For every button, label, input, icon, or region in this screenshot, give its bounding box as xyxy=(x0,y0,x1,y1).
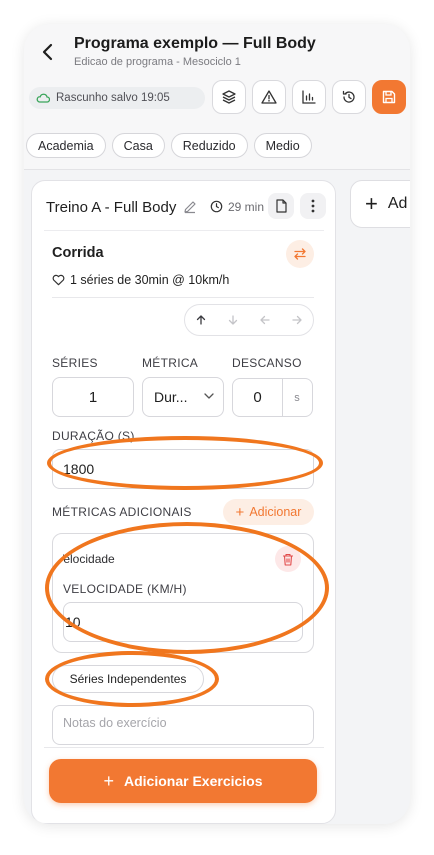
exercise-summary-text: 1 séries de 30min @ 10km/h xyxy=(70,273,230,287)
save-button[interactable] xyxy=(372,80,406,114)
delete-metric-button[interactable] xyxy=(275,546,301,572)
extra-metrics-label: MÉTRICAS ADICIONAIS xyxy=(52,505,192,519)
workout-title: Treino A - Full Body xyxy=(46,199,177,216)
move-right-button[interactable] xyxy=(281,305,313,335)
stats-button[interactable] xyxy=(292,80,326,114)
move-left-button[interactable] xyxy=(249,305,281,335)
add-workout-label: Ad xyxy=(387,195,408,212)
arrow-left-icon xyxy=(260,315,270,325)
pencil-icon[interactable] xyxy=(182,199,198,215)
clock-icon xyxy=(210,200,223,213)
arrow-down-icon xyxy=(228,315,238,325)
cloud-icon xyxy=(36,93,50,103)
independent-series-button[interactable]: Séries Independentes xyxy=(52,665,204,693)
metric-card: Velocidade VELOCIDADE (KM/H) 10 xyxy=(52,533,314,653)
series-input[interactable]: 1 xyxy=(52,377,134,417)
header: Programa exemplo — Full Body Edicao de p… xyxy=(24,24,410,170)
trash-icon xyxy=(283,553,293,566)
arrow-up-icon xyxy=(196,315,206,325)
series-label: SÉRIES xyxy=(52,356,98,370)
plus-icon: + xyxy=(365,191,378,216)
more-options-button[interactable] xyxy=(300,193,326,219)
chip-casa[interactable]: Casa xyxy=(111,133,165,158)
add-exercises-label: Adicionar Exercicios xyxy=(124,773,263,789)
page-title: Programa exemplo — Full Body xyxy=(74,35,316,52)
arrow-right-icon xyxy=(292,315,302,325)
app-screen: Programa exemplo — Full Body Edicao de p… xyxy=(24,24,410,824)
add-exercises-button[interactable]: + Adicionar Exercicios xyxy=(49,759,317,803)
rest-input[interactable]: 0 xyxy=(232,378,283,417)
warning-icon xyxy=(261,90,277,104)
warnings-button[interactable] xyxy=(252,80,286,114)
heart-icon xyxy=(52,274,65,286)
metric-card-label: VELOCIDADE (KM/H) xyxy=(63,582,187,596)
move-up-button[interactable] xyxy=(185,305,217,335)
duration-input[interactable]: 1800 xyxy=(52,449,314,489)
layers-icon xyxy=(222,90,236,104)
plus-icon: + xyxy=(235,503,245,521)
add-workout-card[interactable]: + Ad xyxy=(350,180,410,228)
reorder-controls xyxy=(184,304,314,336)
metric-select-value: Dur... xyxy=(154,389,188,405)
swap-icon xyxy=(294,248,306,260)
page-subtitle: Edicao de programa - Mesociclo 1 xyxy=(74,56,241,68)
chip-academia[interactable]: Academia xyxy=(26,133,106,158)
rest-unit: s xyxy=(282,378,313,417)
exercise-name: Corrida xyxy=(52,245,104,261)
move-down-button[interactable] xyxy=(217,305,249,335)
equipment-filters: Academia Casa Reduzido Medio xyxy=(26,133,312,158)
workout-duration: 29 min xyxy=(228,200,265,214)
add-metric-button[interactable]: + Adicionar xyxy=(223,499,314,525)
rest-label: DESCANSO xyxy=(232,356,302,370)
swap-exercise-button[interactable] xyxy=(286,240,314,268)
draft-status-text: Rascunho salvo 19:05 xyxy=(56,92,170,104)
chip-medio[interactable]: Medio xyxy=(253,133,312,158)
save-icon xyxy=(382,90,396,104)
exercise-summary: 1 séries de 30min @ 10km/h xyxy=(52,273,229,287)
history-icon xyxy=(342,90,355,103)
document-icon xyxy=(275,199,287,213)
duration-label: DURAÇÃO (S) xyxy=(52,429,135,443)
layers-button[interactable] xyxy=(212,80,246,114)
plus-icon: + xyxy=(103,771,114,791)
workout-card: Treino A - Full Body 29 min Corrida 1 sé… xyxy=(31,180,336,824)
more-vertical-icon xyxy=(311,199,315,213)
card-divider xyxy=(44,230,324,231)
metric-select[interactable]: Dur... xyxy=(142,377,224,417)
draft-status-badge: Rascunho salvo 19:05 xyxy=(29,87,205,109)
metric-label: MÉTRICA xyxy=(142,356,199,370)
chevron-left-icon xyxy=(42,43,53,61)
card-bottom-divider xyxy=(44,747,324,748)
back-button[interactable] xyxy=(36,38,60,66)
metric-card-name: Velocidade xyxy=(63,552,115,566)
exercise-divider xyxy=(52,297,314,298)
speed-input[interactable]: 10 xyxy=(63,602,303,642)
speed-input-value: 10 xyxy=(65,614,81,630)
chart-icon xyxy=(302,90,316,104)
exercise-notes-input[interactable]: Notas do exercício xyxy=(52,705,314,745)
chip-reduzido[interactable]: Reduzido xyxy=(170,133,248,158)
history-button[interactable] xyxy=(332,80,366,114)
chevron-down-icon xyxy=(204,393,214,399)
add-metric-label: Adicionar xyxy=(249,505,302,519)
notes-button[interactable] xyxy=(268,193,294,219)
